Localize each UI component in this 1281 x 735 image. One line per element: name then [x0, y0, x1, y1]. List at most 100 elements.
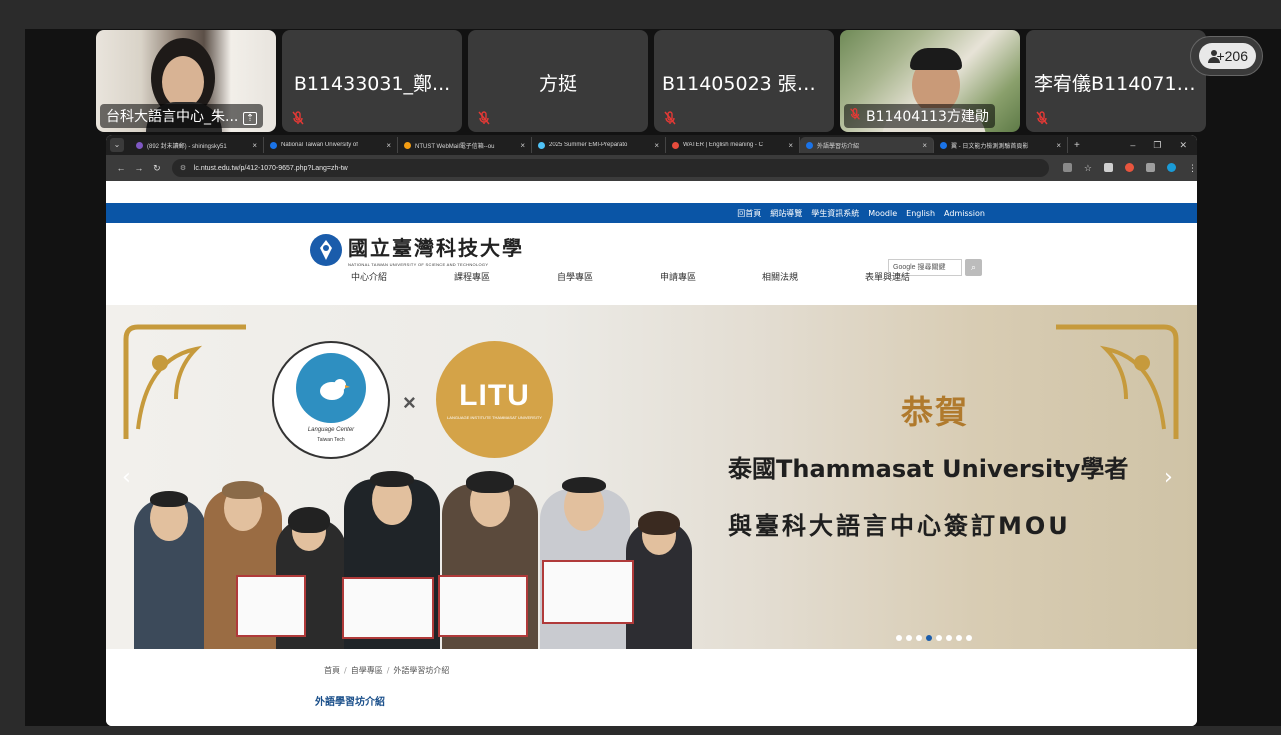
nav-applications[interactable]: 申請專區 — [660, 270, 696, 283]
close-tab-icon[interactable]: × — [520, 141, 525, 150]
nav-forms-links[interactable]: 表單與連結 — [865, 270, 910, 283]
participant-name: 李宥儀B11407133 — [1034, 73, 1201, 95]
profile-avatar-icon[interactable] — [1166, 162, 1176, 172]
web-page: 回首頁 網站導覽 學生資訊系統 Moodle English Admission… — [106, 181, 1197, 726]
participant-tile-3[interactable]: 方挺 — [468, 30, 648, 132]
topnav-english-link[interactable]: English — [906, 209, 935, 218]
main-navigation: 中心介紹 課程專區 自學專區 申請專區 相關法規 表單與連結 — [106, 267, 1197, 287]
nav-self-study[interactable]: 自學專區 — [557, 270, 593, 283]
university-emblem-icon — [310, 233, 342, 266]
nav-regulations[interactable]: 相關法規 — [762, 270, 798, 283]
meeting-top-bar — [0, 0, 1281, 29]
maximize-icon[interactable]: ❐ — [1153, 140, 1161, 151]
carousel-next-arrow[interactable]: › — [1164, 465, 1173, 490]
litu-wordmark: LITU — [459, 379, 530, 412]
carousel-dot-active[interactable] — [926, 635, 932, 641]
topnav-moodle-link[interactable]: Moodle — [868, 209, 897, 218]
topnav-sitemap-link[interactable]: 網站導覽 — [770, 208, 802, 219]
topnav-student-system-link[interactable]: 學生資訊系統 — [811, 208, 859, 219]
carousel-dot[interactable] — [896, 635, 902, 641]
participant-tile-2[interactable]: B11433031_鄭... — [282, 30, 462, 132]
browser-tab[interactable]: 翼 - 日文能力檢測測驗首頁影 × — [934, 137, 1068, 153]
language-center-logo: Language Center Taiwan Tech — [272, 341, 390, 459]
participant-video-face — [162, 56, 204, 108]
bookmark-star-icon[interactable]: ☆ — [1084, 163, 1092, 174]
carousel-dots — [896, 635, 972, 641]
browser-tab[interactable]: (892 封未讀郵) - shiningsky51 × — [130, 137, 264, 153]
page-title: 外語學習坊介紹 — [315, 697, 385, 708]
carousel-dot[interactable] — [936, 635, 942, 641]
ornament-right-decoration — [1056, 324, 1179, 439]
toolbar-icons: ☆ ⋮ — [1062, 162, 1197, 174]
tab-favicon-icon — [672, 141, 679, 149]
browser-toolbar: ← → ↻ ⚙ lc.ntust.edu.tw/p/412-1070-9657.… — [106, 155, 1197, 181]
browser-tab-active[interactable]: 外語學習坊介紹 × — [800, 137, 934, 153]
certificate — [542, 560, 634, 624]
nav-courses[interactable]: 課程專區 — [454, 270, 490, 283]
university-name-zh: 國立臺灣科技大學 — [348, 236, 524, 260]
extension-icon[interactable] — [1103, 162, 1113, 172]
menu-kebab-icon[interactable]: ⋮ — [1188, 163, 1197, 174]
person-icon — [1208, 50, 1220, 63]
close-tab-icon[interactable]: × — [654, 141, 659, 150]
browser-tab[interactable]: WATER | English meaning - C × — [666, 137, 800, 153]
breadcrumb-self-study[interactable]: 自學專區 — [351, 666, 383, 675]
back-arrow-icon[interactable]: ← — [112, 163, 130, 173]
breadcrumb-home[interactable]: 首頁 — [324, 666, 340, 675]
browser-tab[interactable]: 2025 Summer EMI-Preparato × — [532, 137, 666, 153]
congrats-heading: 恭賀 — [901, 393, 970, 431]
translate-icon[interactable] — [1062, 162, 1072, 172]
participant-tile-1[interactable]: 台科大語言中心_朱... ⇡ — [96, 30, 276, 132]
carousel-dot[interactable] — [956, 635, 962, 641]
extension-icon[interactable] — [1124, 162, 1134, 172]
top-utility-nav: 回首頁 網站導覽 學生資訊系統 Moodle English Admission — [106, 203, 1197, 223]
topnav-home-link[interactable]: 回首頁 — [737, 208, 761, 219]
university-logo[interactable]: 國立臺灣科技大學 NATIONAL TAIWAN UNIVERSITY OF S… — [310, 232, 524, 267]
nav-center-intro[interactable]: 中心介紹 — [351, 270, 387, 283]
site-info-icon[interactable]: ⚙ — [180, 164, 190, 172]
close-tab-icon[interactable]: × — [252, 141, 257, 150]
more-participants-pill: +206 — [1199, 43, 1256, 69]
close-window-icon[interactable]: ✕ — [1179, 140, 1187, 151]
address-url: lc.ntust.edu.tw/p/412-1070-9657.php?Lang… — [193, 164, 348, 172]
mic-muted-icon — [664, 111, 676, 125]
browser-tab[interactable]: National Taiwan University of × — [264, 137, 398, 153]
carousel-prev-arrow[interactable]: ‹ — [122, 465, 131, 490]
ornament-left-decoration — [123, 324, 246, 439]
breadcrumb: 首頁 / 自學專區 / 外語學習坊介紹 — [324, 666, 450, 675]
carousel-dot[interactable] — [906, 635, 912, 641]
tab-favicon-icon — [136, 141, 143, 149]
participant-tile-5[interactable]: B11404113方建勛 — [840, 30, 1020, 132]
close-tab-icon[interactable]: × — [788, 141, 793, 150]
close-tab-icon[interactable]: × — [386, 141, 391, 150]
carousel-dot[interactable] — [916, 635, 922, 641]
browser-tab[interactable]: NTUST WebMail電子信箱--ou × — [398, 137, 532, 153]
close-tab-icon[interactable]: × — [1056, 141, 1061, 150]
forward-arrow-icon[interactable]: → — [130, 163, 148, 173]
banner-headline-line2: 與臺科大語言中心簽訂MOU — [728, 512, 1071, 540]
participant-name: 方挺 — [538, 73, 577, 95]
participant-tile-6[interactable]: 李宥儀B11407133 — [1026, 30, 1206, 132]
participant-name-label: 台科大語言中心_朱... ⇡ — [100, 104, 264, 128]
hero-carousel[interactable]: Language Center Taiwan Tech × LITU LANGU… — [106, 305, 1197, 649]
topnav-admission-link[interactable]: Admission — [944, 209, 985, 218]
extensions-puzzle-icon[interactable] — [1145, 162, 1155, 172]
tab-favicon-icon — [270, 141, 277, 149]
tab-favicon-icon — [940, 141, 947, 149]
carousel-dot[interactable] — [966, 635, 972, 641]
carousel-dot[interactable] — [946, 635, 952, 641]
minimize-icon[interactable]: – — [1130, 140, 1135, 151]
new-tab-button[interactable]: + — [1074, 140, 1080, 151]
close-tab-icon[interactable]: × — [922, 141, 927, 150]
certificate — [342, 577, 434, 639]
certificate — [236, 575, 306, 637]
address-bar[interactable]: ⚙ lc.ntust.edu.tw/p/412-1070-9657.php?La… — [171, 159, 1049, 177]
more-participants-button[interactable]: +206 — [1190, 36, 1263, 76]
participant-name-label: B11404113方建勛 — [844, 104, 995, 128]
breadcrumb-current: 外語學習坊介紹 — [393, 666, 450, 675]
tab-search-button[interactable]: ⌄ — [110, 138, 124, 152]
litu-logo: LITU LANGUAGE INSTITUTE THAMMASAT UNIVER… — [436, 341, 553, 458]
reload-icon[interactable]: ↻ — [148, 163, 166, 174]
participant-tile-4[interactable]: B11405023 張羽... — [654, 30, 834, 132]
pin-icon[interactable]: ⇡ — [242, 112, 258, 125]
